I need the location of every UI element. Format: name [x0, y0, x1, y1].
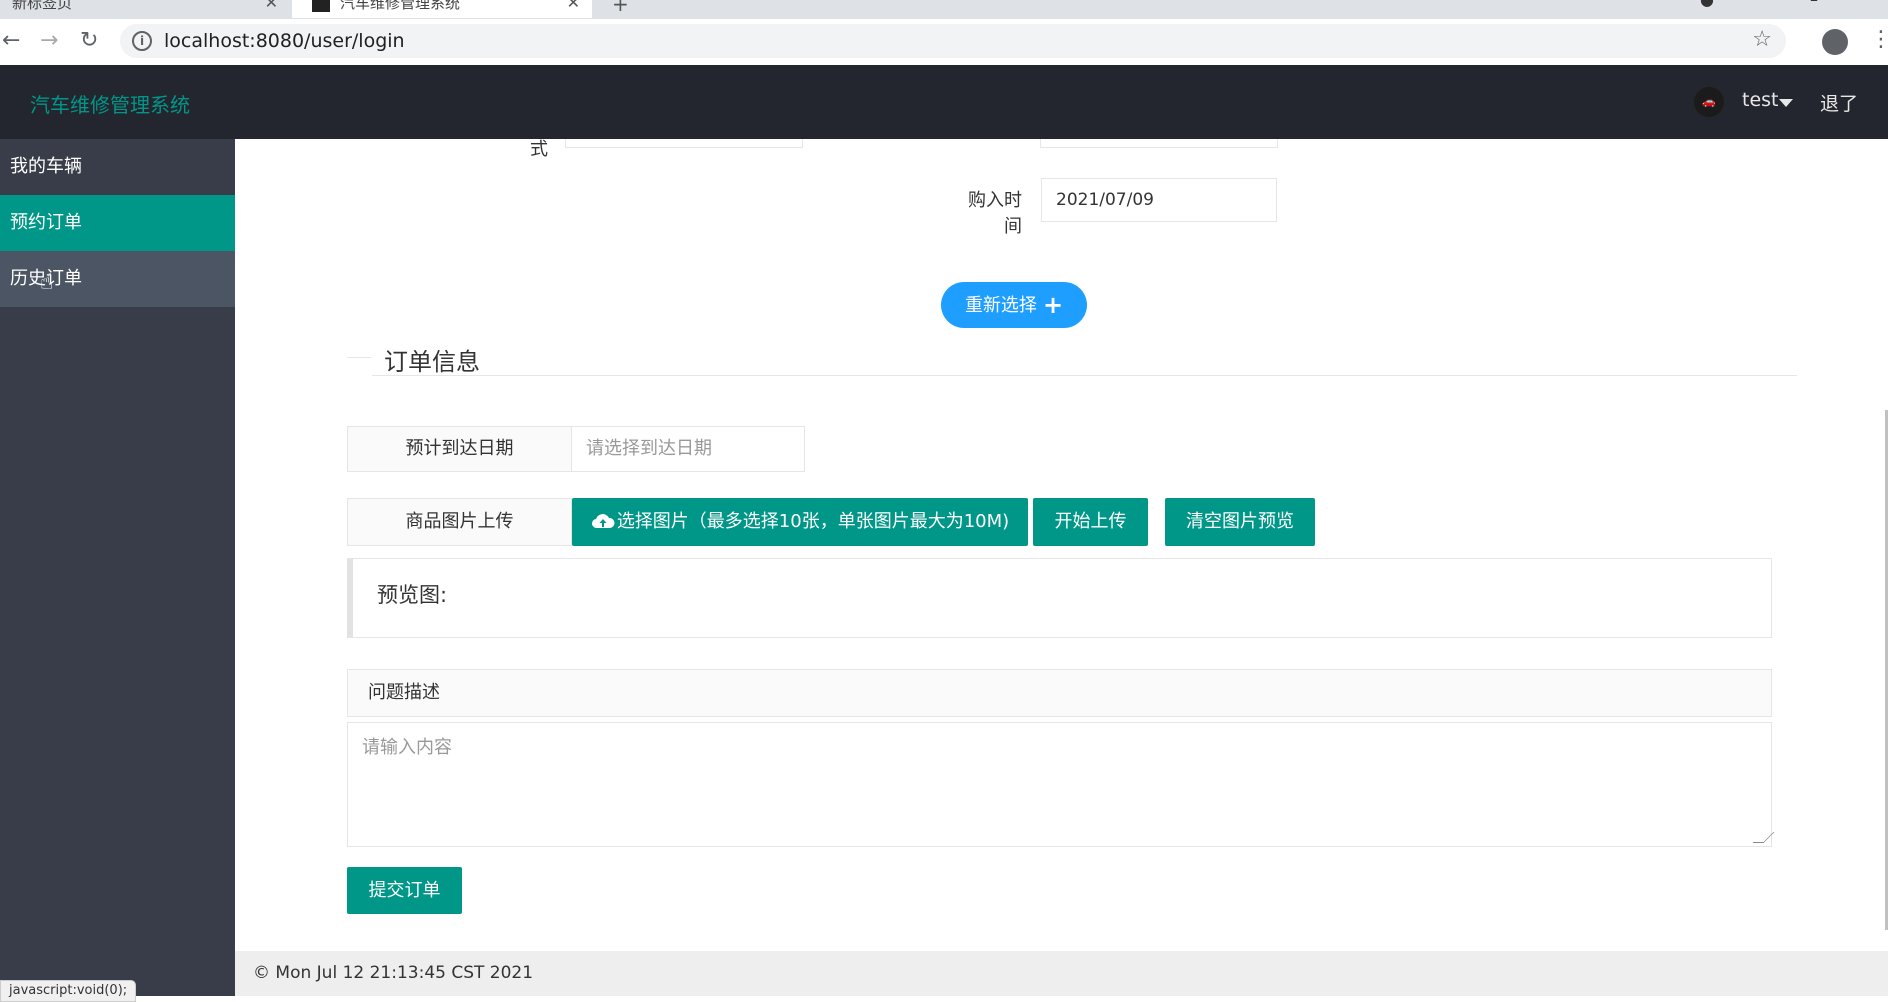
more-menu-icon[interactable]: ⋮	[1870, 27, 1888, 52]
arrival-date-label: 预计到达日期	[347, 426, 572, 472]
logout-link[interactable]: 退了	[1820, 89, 1858, 116]
profile-dot-icon[interactable]: ●	[1700, 0, 1714, 9]
clear-preview-button[interactable]: 清空图片预览	[1165, 498, 1315, 546]
cut-off-field-label: 式	[530, 139, 548, 160]
close-icon[interactable]: ✕	[265, 0, 278, 18]
close-icon[interactable]: ✕	[567, 0, 580, 18]
footer-timestamp: © Mon Jul 12 21:13:45 CST 2021	[253, 963, 534, 983]
problem-description-textarea[interactable]: 请输入内容	[347, 722, 1772, 847]
divider	[372, 375, 1797, 376]
buy-time-input[interactable]: 2021/07/09	[1041, 178, 1277, 222]
cut-off-input[interactable]	[565, 139, 803, 148]
problem-description-label: 问题描述	[347, 669, 1772, 717]
reselect-button[interactable]: 重新选择 +	[941, 282, 1087, 328]
reselect-label: 重新选择	[964, 295, 1037, 316]
info-icon[interactable]: i	[132, 31, 152, 51]
url-bar[interactable]: i localhost:8080/user/login ☆	[120, 24, 1786, 58]
sidebar: 我的车辆 预约订单 历史订单	[0, 139, 235, 996]
forward-arrow-icon[interactable]: →	[40, 28, 58, 53]
bookmark-star-icon[interactable]: ☆	[1752, 27, 1772, 52]
user-menu[interactable]: test	[1742, 89, 1779, 111]
submit-order-button[interactable]: 提交订单	[347, 867, 462, 914]
plus-icon: +	[1042, 291, 1064, 319]
tab-title: 汽车维修管理系统	[340, 0, 461, 12]
sidebar-item-history-orders[interactable]: 历史订单	[0, 251, 235, 307]
choose-images-label: 选择图片（最多选择10张，单张图片最大为10M)	[616, 511, 1010, 532]
status-bar-url: javascript:void(0);	[0, 980, 137, 1002]
app-logo[interactable]: 汽车维修管理系统	[30, 89, 190, 118]
start-upload-button[interactable]: 开始上传	[1033, 498, 1148, 546]
section-title: 订单信息	[384, 348, 480, 376]
choose-images-button[interactable]: 选择图片（最多选择10张，单张图片最大为10M)	[572, 498, 1028, 546]
back-arrow-icon[interactable]: ←	[2, 28, 20, 53]
cloud-upload-icon	[591, 514, 615, 529]
arrival-date-input[interactable]: 请选择到达日期	[572, 426, 805, 472]
app-header: 汽车维修管理系统 🚗 test 退了	[0, 65, 1888, 139]
preview-label: 预览图:	[377, 583, 448, 607]
divider	[347, 357, 371, 358]
buy-time-label: 购入时间	[968, 190, 1022, 237]
cut-off-input[interactable]	[1040, 139, 1278, 148]
image-preview-box: 预览图:	[347, 558, 1772, 638]
plus-icon[interactable]: +	[612, 0, 629, 16]
tab-title: 新标签页	[12, 0, 73, 12]
account-icon[interactable]	[1822, 29, 1848, 55]
chevron-down-icon[interactable]	[1779, 99, 1793, 107]
browser-tab-bar: 新标签页 ✕ 汽车维修管理系统 ✕ + ● –	[0, 0, 1888, 19]
sidebar-item-my-vehicles[interactable]: 我的车辆	[0, 139, 235, 195]
image-upload-label: 商品图片上传	[347, 498, 572, 546]
avatar[interactable]: 🚗	[1694, 87, 1724, 117]
minimize-icon[interactable]: –	[1810, 0, 1818, 9]
browser-tab-active[interactable]: 汽车维修管理系统 ✕	[292, 0, 592, 18]
footer: © Mon Jul 12 21:13:45 CST 2021	[235, 951, 1888, 996]
reload-icon[interactable]: ↻	[80, 28, 98, 53]
sidebar-item-reservation-orders[interactable]: 预约订单	[0, 195, 235, 251]
hand-cursor-icon: ☝	[40, 270, 54, 295]
browser-tab-newtab[interactable]: 新标签页 ✕	[0, 0, 290, 18]
url-text[interactable]: localhost:8080/user/login	[164, 30, 405, 52]
favicon-icon	[312, 0, 330, 12]
address-bar-row: ← → ↻ i localhost:8080/user/login ☆ ⋮	[0, 19, 1888, 66]
